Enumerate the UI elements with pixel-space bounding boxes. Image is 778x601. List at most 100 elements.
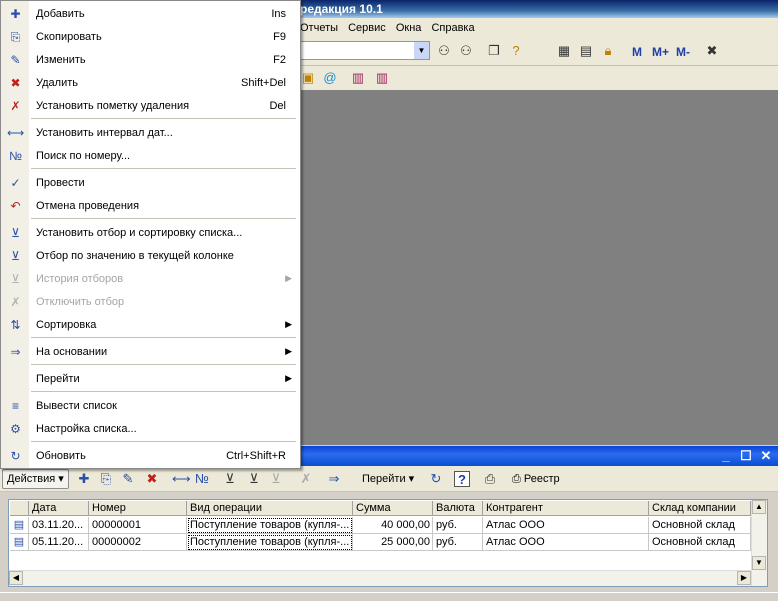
based-on-icon[interactable]: ⇒ — [326, 471, 342, 487]
menu-item[interactable]: ✓ Провести — [1, 172, 300, 195]
column-header[interactable]: Контрагент — [483, 501, 649, 516]
windows-icon[interactable]: ❐ — [486, 43, 502, 59]
column-header[interactable]: Вид операции — [187, 501, 353, 516]
menu-item-shortcut: Ctrl+Shift+R — [226, 450, 286, 462]
binoculars-next-icon[interactable]: ⚇ — [458, 43, 474, 59]
xyz-sort-icon[interactable]: ▥ — [374, 70, 390, 86]
table-cell[interactable]: 03.11.20... — [29, 517, 89, 534]
goto-button[interactable]: Перейти ▾ — [358, 469, 418, 489]
table-cell[interactable]: Основной склад — [649, 534, 751, 551]
menu-item[interactable]: ≡ Вывести список — [1, 395, 300, 418]
menu-item-shortcut: Del — [269, 100, 286, 112]
menu-item[interactable]: ✗ Установить пометку удаления Del — [1, 95, 300, 118]
add-doc-icon: ✚ — [10, 7, 21, 21]
column-header[interactable]: Сумма — [353, 501, 433, 516]
lock-icon[interactable]: 🔒︎ — [600, 43, 616, 59]
column-header[interactable]: Номер — [89, 501, 187, 516]
scroll-right-icon[interactable]: ▶ — [737, 571, 751, 585]
vertical-scrollbar[interactable]: ▲ ▼ — [751, 500, 767, 586]
submenu-arrow-icon: ▶ — [285, 373, 292, 383]
menu-item-label: Сортировка — [36, 319, 97, 331]
filter-column-icon[interactable]: ⊻ — [246, 471, 262, 487]
edit-doc-icon[interactable]: ✎ — [120, 471, 136, 487]
menu-item-shortcut: F9 — [273, 31, 286, 43]
search-number-icon[interactable]: № — [194, 471, 210, 487]
help-tip-icon[interactable]: ? — [508, 43, 524, 59]
column-header[interactable]: Валюта — [433, 501, 483, 516]
toolbar-combo[interactable]: ▼ — [300, 41, 430, 60]
menu-service[interactable]: Сервис — [348, 18, 386, 38]
copy-doc-icon[interactable]: ⎘ — [98, 471, 114, 487]
calendar-icon[interactable]: ▤ — [578, 43, 594, 59]
menu-item[interactable]: ⊻ Отбор по значению в текущей колонке — [1, 245, 300, 268]
table-cell[interactable]: Основной склад — [649, 517, 751, 534]
menu-help[interactable]: Справка — [431, 18, 474, 38]
menu-item[interactable]: ✚ Добавить Ins — [1, 3, 300, 26]
menu-item[interactable]: ↶ Отмена проведения — [1, 195, 300, 218]
menu-item[interactable]: ⎘ Скопировать F9 — [1, 26, 300, 49]
column-header[interactable]: Склад компании — [649, 501, 751, 516]
memory-minus-button[interactable]: M- — [676, 45, 690, 59]
menu-item[interactable]: ⚙ Настройка списка... — [1, 418, 300, 441]
menu-separator — [31, 218, 296, 219]
chevron-down-icon[interactable]: ▼ — [414, 42, 429, 59]
menu-item[interactable]: ↻ Обновить Ctrl+Shift+R — [1, 445, 300, 468]
filter-history-icon[interactable]: ⊻ — [268, 471, 284, 487]
close-icon[interactable]: ✕ — [758, 448, 774, 464]
menu-item[interactable]: ⊻ Установить отбор и сортировку списка... — [1, 222, 300, 245]
table-cell[interactable]: 00000002 — [89, 534, 187, 551]
column-header[interactable]: Дата — [29, 501, 89, 516]
refresh-icon[interactable]: ↻ — [428, 471, 444, 487]
menu-item[interactable]: ✎ Изменить F2 — [1, 49, 300, 72]
scroll-down-icon[interactable]: ▼ — [752, 556, 766, 570]
filter-sort-icon[interactable]: ⊻ — [222, 471, 238, 487]
table-cell[interactable]: руб. — [433, 517, 483, 534]
maximize-icon[interactable]: ☐ — [738, 448, 754, 464]
horizontal-scrollbar[interactable]: ◀ ▶ — [9, 570, 751, 586]
binoculars-icon[interactable]: ⚇ — [436, 43, 452, 59]
table-cell[interactable]: Поступление товаров (купля-... — [187, 517, 353, 534]
add-doc-icon[interactable]: ✚ — [76, 471, 92, 487]
registry-button[interactable]: ⎙ Реестр — [508, 469, 564, 489]
scroll-up-icon[interactable]: ▲ — [752, 500, 766, 514]
menu-item-label: Отключить отбор — [36, 296, 125, 308]
memory-plus-button[interactable]: M+ — [652, 45, 669, 59]
table-cell[interactable]: Атлас ООО — [483, 534, 649, 551]
refresh-icon: ↻ — [10, 449, 21, 463]
menu-item[interactable]: № Поиск по номеру... — [1, 145, 300, 168]
table-cell[interactable]: Поступление товаров (купля-... — [187, 534, 353, 551]
delete-doc-icon[interactable]: ✖ — [144, 471, 160, 487]
calculator-icon[interactable]: ▦ — [556, 43, 572, 59]
menu-item-label: Установить пометку удаления — [36, 100, 190, 112]
menu-item[interactable]: ⇒ На основании ▶ — [1, 341, 300, 364]
table-cell[interactable]: Атлас ООО — [483, 517, 649, 534]
help-icon[interactable]: ? — [454, 471, 470, 487]
menu-item[interactable]: Перейти ▶ — [1, 368, 300, 391]
goto-label: Перейти — [362, 473, 406, 485]
scroll-left-icon[interactable]: ◀ — [9, 571, 23, 585]
menu-item[interactable]: ✖ Удалить Shift+Del — [1, 72, 300, 95]
abc-sort-icon[interactable]: ▥ — [350, 70, 366, 86]
email-icon[interactable]: @ — [322, 70, 338, 86]
menu-separator — [31, 337, 296, 338]
menu-item[interactable]: ⟷ Установить интервал дат... — [1, 122, 300, 145]
date-interval-icon[interactable]: ⟷ — [172, 471, 191, 487]
menu-windows[interactable]: Окна — [396, 18, 422, 38]
table-cell[interactable]: 40 000,00 — [353, 517, 433, 534]
table-cell[interactable]: 25 000,00 — [353, 534, 433, 551]
table-cell[interactable]: 00000001 — [89, 517, 187, 534]
minimize-icon[interactable]: _ — [718, 448, 734, 464]
tools-icon[interactable]: ✖ — [704, 43, 720, 59]
menu-reports[interactable]: Отчеты — [300, 18, 338, 38]
actions-button[interactable]: Действия ▾ — [2, 469, 69, 489]
menu-item[interactable]: ⇅ Сортировка ▶ — [1, 314, 300, 337]
menu-separator — [31, 168, 296, 169]
memory-m-button[interactable]: M — [632, 45, 642, 59]
folder-icon[interactable]: ▣ — [300, 70, 316, 86]
printer-icon[interactable]: ⎙ — [482, 471, 498, 487]
document-posted-icon: ▤ — [10, 517, 29, 534]
actions-label: Действия — [7, 473, 56, 485]
table-cell[interactable]: руб. — [433, 534, 483, 551]
filter-off-icon[interactable]: ✗ — [298, 471, 314, 487]
table-cell[interactable]: 05.11.20... — [29, 534, 89, 551]
